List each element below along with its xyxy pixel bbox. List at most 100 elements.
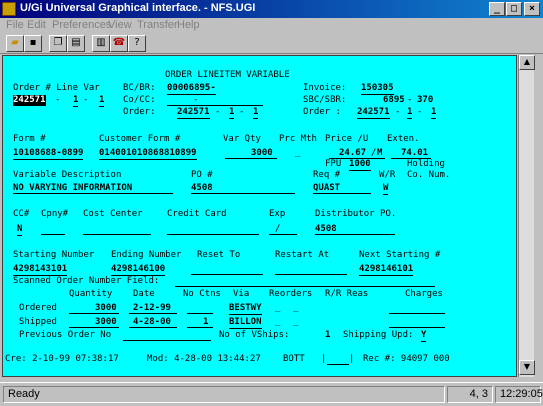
window-title: U/Gi Universal Graphical interface. - NF… [20, 2, 256, 14]
fpu-field[interactable]: 1000 [349, 159, 371, 171]
menu-file[interactable]: File [6, 19, 24, 31]
bc-br-label: BC/BR: [123, 83, 156, 93]
paste-icon[interactable]: ▤ [67, 35, 85, 52]
previous-order-field[interactable] [123, 331, 211, 341]
status-bar: Ready 4, 3 12:29:05 [0, 382, 543, 406]
scroll-down-arrow-icon[interactable]: ▼ [519, 360, 535, 375]
bc-br-field[interactable]: 00006895- [167, 83, 216, 95]
restart-at-label: Restart At [275, 250, 330, 260]
maximize-button[interactable]: □ [506, 2, 522, 16]
po-label: PO # [191, 170, 213, 180]
credit-card-field[interactable] [167, 225, 259, 235]
exten-label: Exten. [387, 134, 420, 144]
wr-label: W/R [379, 170, 396, 180]
scroll-up-arrow-icon[interactable]: ▲ [519, 55, 535, 70]
shipping-upd-field[interactable]: Y [421, 330, 427, 342]
variable-description-label: Variable Description [13, 170, 122, 180]
sbc-sbr-label: SBC/SBR: [303, 95, 347, 105]
sbr-field[interactable]: 370 [417, 95, 433, 106]
status-clock: 12:29:05 [495, 386, 543, 403]
footer-input[interactable] [327, 355, 349, 365]
status-text: Ready [3, 386, 445, 403]
close-button[interactable]: × [524, 2, 540, 16]
starting-number-label: Starting Number [13, 250, 95, 260]
reset-to-field[interactable] [191, 265, 263, 275]
terminal-screen[interactable]: ORDER LINEITEM VARIABLE Order # Line Var… [2, 55, 517, 377]
previous-order-label: Previous Order No [19, 330, 112, 340]
record-number: Rec #: 94097 000 [363, 354, 450, 364]
order-a-field[interactable]: 242571 [177, 107, 210, 119]
rr-reas-label: R/R Reas [325, 289, 369, 299]
shipped-label: Shipped [19, 317, 57, 327]
co-cc-label: Co/CC: [123, 95, 156, 105]
copy-icon[interactable]: ❐ [49, 35, 67, 52]
sbc-field[interactable]: 6895 [383, 95, 405, 106]
line-field[interactable]: 1 [73, 95, 79, 107]
ordered-label: Ordered [19, 303, 57, 313]
scanned-order-label: Scanned Order Number Field: [13, 276, 160, 286]
cc-label: CC# [13, 209, 30, 219]
order2-label: Order : [303, 107, 341, 117]
shipped-via-field[interactable]: BILLON [229, 317, 262, 329]
restart-at-field[interactable] [275, 265, 347, 275]
menu-preferences[interactable]: Preferences [52, 19, 111, 31]
phone-icon[interactable]: ☎ [110, 35, 128, 52]
form-field[interactable]: 10108688-0899 [13, 148, 84, 160]
next-starting-field[interactable]: 4298146101 [359, 264, 414, 276]
ending-number-label: Ending Number [111, 250, 182, 260]
shipped-charges-field[interactable] [389, 318, 445, 328]
date-label: Date [133, 289, 155, 299]
distributor-po-label: Distributor PO. [315, 209, 397, 219]
title-bar: U/Gi Universal Graphical interface. - NF… [0, 0, 543, 18]
invoice-label: Invoice: [303, 83, 347, 93]
ordered-ctns-field[interactable] [187, 304, 213, 314]
prc-mth-label: Prc Mth [279, 134, 317, 144]
order2-a-field[interactable]: 242571 [357, 107, 390, 119]
co-num-label: Co. Num. [407, 170, 451, 180]
price-label: Price /U [325, 134, 369, 144]
next-starting-label: Next Starting # [359, 250, 441, 260]
customer-form-field[interactable]: 014001010868810899 [99, 148, 197, 160]
prc-mth-field[interactable]: _ [295, 148, 300, 159]
no-vships-field[interactable]: 1 [325, 330, 330, 341]
menu-help[interactable]: Help [177, 19, 200, 31]
ordered-charges-field[interactable] [389, 304, 445, 314]
cost-center-field[interactable] [83, 225, 151, 235]
var-field[interactable]: 1 [99, 95, 105, 107]
shipping-upd-label: Shipping Upd: [343, 330, 414, 340]
ordered-via-field[interactable]: BESTWY [229, 303, 262, 315]
no-vships-label: No of VShips: [219, 330, 290, 340]
holding-label: Holding [407, 159, 445, 169]
fpu-label: FPU [325, 159, 342, 169]
order-c-field[interactable]: 1 [253, 107, 259, 119]
menu-view[interactable]: View [108, 19, 132, 31]
menu-transfer[interactable]: Transfer [137, 19, 178, 31]
cc-field[interactable]: N [17, 224, 23, 236]
wr-field[interactable]: W [383, 183, 389, 195]
scanned-order-field[interactable] [175, 277, 435, 287]
quantity-label: Quantity [69, 289, 113, 299]
print-icon[interactable]: ▥ [92, 35, 110, 52]
order2-b-field[interactable]: 1 [407, 107, 413, 119]
order2-c-field[interactable]: 1 [431, 107, 437, 119]
via-label: Via [233, 289, 250, 299]
screen-heading: ORDER LINEITEM VARIABLE [165, 70, 290, 80]
order-number-input[interactable]: 242571 [13, 95, 46, 106]
toolbar: ▰ ▪ ❐ ▤ ▥ ☎ ? [0, 34, 543, 54]
vertical-scrollbar[interactable]: ▲ ▼ [518, 55, 535, 377]
ending-number-field[interactable]: 4298146100 [111, 264, 166, 276]
menu-edit[interactable]: Edit [27, 19, 46, 31]
starting-number-field[interactable]: 4298143101 [13, 264, 68, 276]
app-icon [2, 2, 16, 16]
exp-label: Exp [269, 209, 286, 219]
reset-to-label: Reset To [197, 250, 241, 260]
cpny-label: Cpny# [41, 209, 69, 219]
cpny-field[interactable] [41, 225, 65, 235]
order-b-field[interactable]: 1 [229, 107, 235, 119]
help-icon[interactable]: ? [128, 35, 146, 52]
open-folder-icon[interactable]: ▰ [6, 35, 24, 52]
menu-bar: File Edit Preferences View Transfer Help [0, 18, 543, 34]
invoice-field[interactable]: 150305 [361, 83, 394, 95]
minimize-button[interactable]: _ [489, 2, 505, 16]
save-icon[interactable]: ▪ [24, 35, 42, 52]
